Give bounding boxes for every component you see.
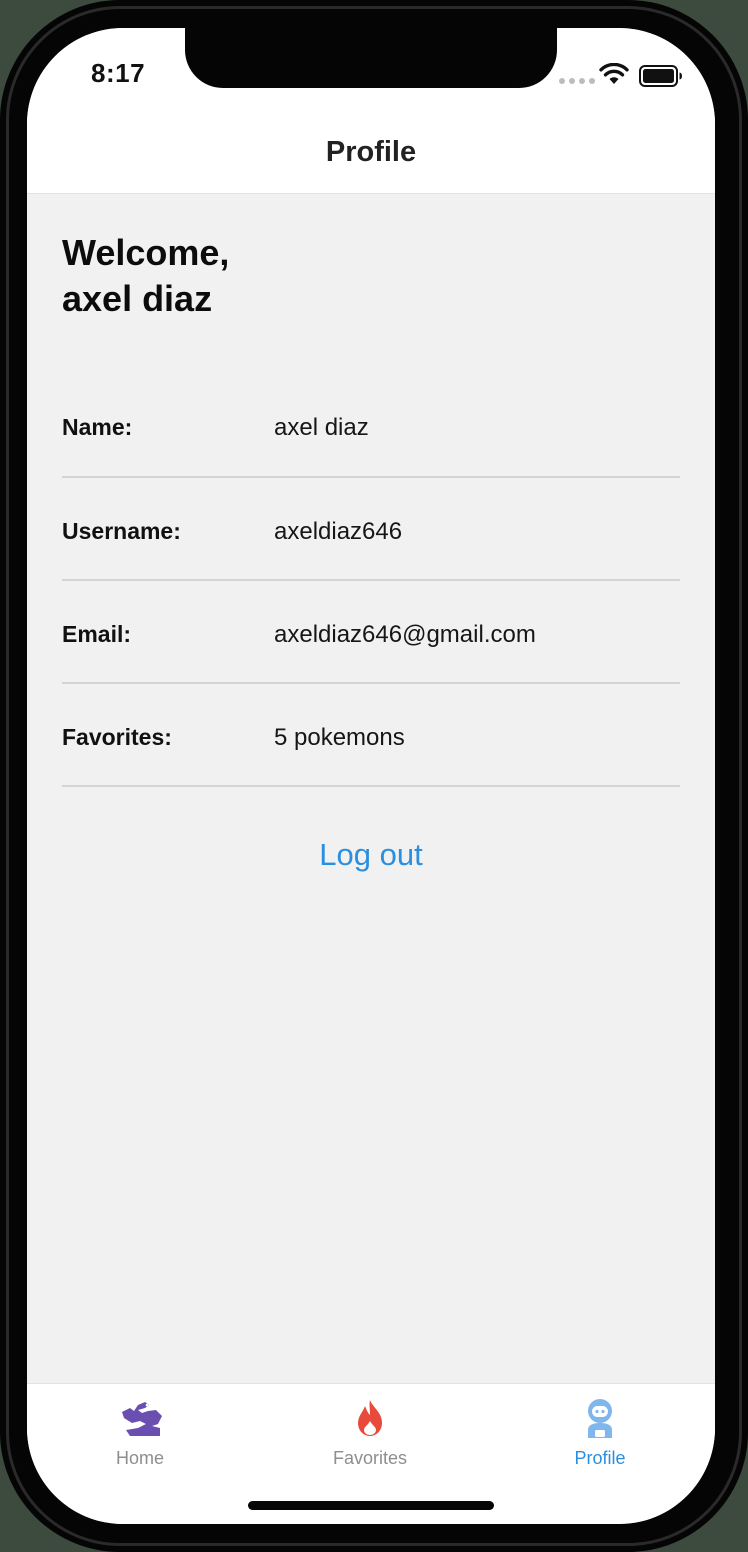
email-label: Email: — [62, 621, 132, 647]
tab-home-label: Home — [115, 1448, 164, 1468]
tab-profile-label: Profile — [574, 1448, 626, 1468]
welcome-line-1: Welcome, — [62, 232, 230, 273]
tab-favorites[interactable]: Favorites — [280, 1396, 460, 1476]
flame-icon — [358, 1400, 382, 1436]
name-value: axel diaz — [274, 414, 369, 441]
profile-content: Welcome, axel diaz Name: axel diaz Usern… — [62, 194, 680, 873]
name-label: Name: — [62, 414, 133, 440]
status-bar: 8:17 — [27, 28, 715, 116]
navigation-bar: Profile — [27, 116, 715, 194]
battery-icon — [639, 65, 682, 87]
logout-button[interactable]: Log out — [319, 837, 422, 873]
tab-home[interactable]: Home — [50, 1396, 230, 1476]
status-time: 8:17 — [91, 58, 146, 88]
home-indicator[interactable] — [248, 1501, 494, 1510]
wifi-icon — [599, 63, 629, 84]
email-value: axeldiaz646@gmail.com — [274, 621, 536, 648]
cellular-signal-icon — [559, 78, 595, 84]
welcome-heading: Welcome, axel diaz — [62, 230, 680, 322]
phone-frame: 8:17 Profile Welcome, axel diaz Name: ax… — [0, 0, 748, 1552]
tab-favorites-label: Favorites — [332, 1448, 408, 1468]
username-label: Username: — [62, 518, 181, 544]
email-row: Email: axeldiaz646@gmail.com — [62, 581, 680, 684]
favorites-label: Favorites: — [62, 724, 172, 750]
page-title: Profile — [325, 136, 417, 168]
welcome-line-2: axel diaz — [62, 278, 213, 319]
favorites-value: 5 pokemons — [274, 724, 405, 751]
favorites-row: Favorites: 5 pokemons — [62, 684, 680, 787]
notch — [185, 28, 557, 88]
username-row: Username: axeldiaz646 — [62, 478, 680, 581]
profile-info-list: Name: axel diaz Username: axeldiaz646 Em… — [62, 380, 680, 787]
tab-bar: Home Favorites Profile — [27, 1383, 715, 1524]
tab-profile[interactable]: Profile — [510, 1396, 690, 1476]
dragon-icon — [122, 1402, 162, 1436]
name-row: Name: axel diaz — [62, 380, 680, 478]
screen: 8:17 Profile Welcome, axel diaz Name: ax… — [27, 28, 715, 1524]
astronaut-icon — [588, 1399, 612, 1438]
username-value: axeldiaz646 — [274, 518, 403, 545]
